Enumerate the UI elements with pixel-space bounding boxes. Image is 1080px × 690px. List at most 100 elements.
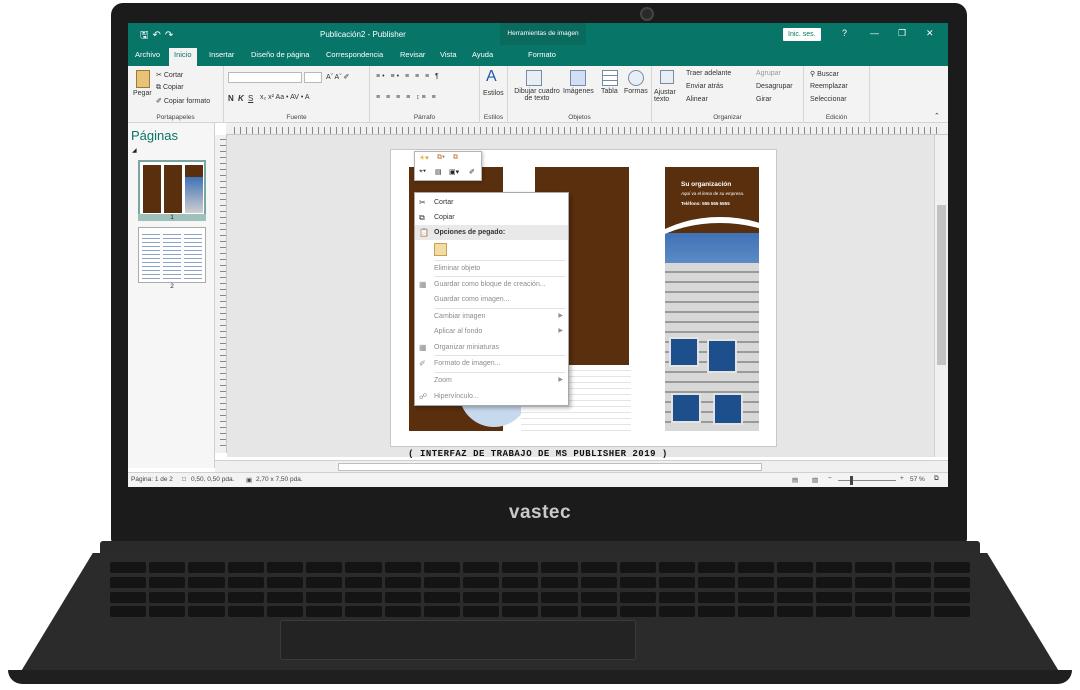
bring-forward-icon[interactable]: ⧉▾ bbox=[437, 154, 445, 162]
text-box-icon[interactable] bbox=[526, 70, 542, 86]
tab-correspondencia[interactable]: Correspondencia bbox=[326, 50, 383, 59]
bring-forward-button[interactable]: Traer adelante bbox=[686, 70, 731, 77]
page-thumbnail-2[interactable] bbox=[138, 227, 206, 283]
align-icon[interactable]: ≡ ≡ ≡ ≡ ↕≡ ≡ bbox=[376, 94, 438, 101]
bullets-icon[interactable]: ≡• ≡• ≡ ≡ ≡ ¶ bbox=[376, 73, 441, 80]
help-button[interactable]: ? bbox=[842, 28, 847, 38]
menu-item-formato-imagen[interactable]: ✐ Formato de imagen... bbox=[415, 356, 568, 371]
subscript-superscript-icon[interactable]: x₂ x² Aa • AV • A bbox=[260, 94, 310, 101]
menu-item-zoom[interactable]: Zoom ▶ bbox=[415, 373, 568, 388]
menu-item-guardar-bloque[interactable]: ▦ Guardar como bloque de creación... bbox=[415, 277, 568, 292]
tab-archivo[interactable]: Archivo bbox=[135, 50, 160, 59]
keyboard-key bbox=[266, 606, 304, 618]
images-icon[interactable] bbox=[570, 70, 586, 86]
ungroup-button[interactable]: Desagrupar bbox=[756, 83, 793, 90]
select-button[interactable]: Seleccionar bbox=[810, 96, 847, 103]
styles-button[interactable]: Estilos bbox=[483, 90, 504, 97]
picture-style-icon[interactable]: ▣▾ bbox=[449, 168, 459, 176]
underline-button[interactable]: S bbox=[248, 94, 253, 103]
format-brush-icon[interactable]: ✐ bbox=[469, 168, 475, 176]
cover-photo[interactable]: Su organización Aquí va el lema de su em… bbox=[665, 167, 759, 431]
wrap-picture-icon[interactable]: ▤ bbox=[435, 168, 442, 176]
table-button[interactable]: Tabla bbox=[601, 88, 618, 95]
two-page-view-icon[interactable]: ▧ bbox=[812, 476, 818, 484]
collapse-pages-icon[interactable]: ◢ bbox=[132, 147, 137, 154]
paste-icon[interactable] bbox=[136, 70, 150, 88]
menu-item-copiar[interactable]: ⧉ Copiar bbox=[415, 210, 568, 225]
tab-revisar[interactable]: Revisar bbox=[400, 50, 425, 59]
restore-icon[interactable]: ❐ bbox=[898, 28, 906, 39]
send-backward-icon[interactable]: ⧉ bbox=[453, 154, 458, 162]
wrap-text-button[interactable]: Ajustar texto bbox=[654, 89, 682, 103]
tab-formato[interactable]: Formato bbox=[528, 50, 556, 59]
zoom-slider-thumb[interactable] bbox=[850, 476, 853, 485]
single-page-view-icon[interactable]: ▤ bbox=[792, 476, 798, 484]
tab-ayuda[interactable]: Ayuda bbox=[472, 50, 493, 59]
submenu-arrow-icon: ▶ bbox=[558, 313, 563, 319]
zoom-in-button[interactable]: + bbox=[900, 475, 904, 482]
table-icon[interactable] bbox=[602, 70, 618, 86]
menu-item-label: Guardar como imagen... bbox=[434, 296, 510, 303]
tab-diseno-de-pagina[interactable]: Diseño de página bbox=[251, 50, 309, 59]
page-thumbnail-1[interactable] bbox=[138, 160, 206, 216]
organization-tagline: Aquí va el lema de su empresa. bbox=[681, 191, 745, 196]
menu-item-organizar-miniaturas[interactable]: ▦ Organizar miniaturas bbox=[415, 340, 568, 355]
menu-item-guardar-imagen[interactable]: Guardar como imagen... bbox=[415, 292, 568, 307]
page-indicator[interactable]: Página: 1 de 2 bbox=[131, 476, 173, 483]
keyboard-key bbox=[659, 606, 696, 618]
group-button[interactable]: Agrupar bbox=[756, 70, 781, 77]
copy-button[interactable]: ⧉ Copiar bbox=[156, 84, 184, 92]
styles-icon[interactable]: A bbox=[486, 68, 497, 86]
menu-item-cambiar-imagen[interactable]: Cambiar imagen ▶ bbox=[415, 309, 568, 324]
fit-page-icon[interactable]: ⧉ bbox=[934, 475, 939, 483]
tab-inicio[interactable]: Inicio bbox=[169, 48, 197, 66]
wrap-text-icon[interactable] bbox=[660, 70, 674, 84]
paste-button[interactable]: Pegar bbox=[133, 90, 152, 97]
send-backward-button[interactable]: Enviar atrás bbox=[686, 83, 723, 90]
find-button[interactable]: ⚲ Buscar bbox=[810, 70, 839, 78]
tab-insertar[interactable]: Insertar bbox=[209, 50, 234, 59]
quick-access-toolbar[interactable]: 🖫↶↷ bbox=[140, 28, 177, 45]
zoom-out-button[interactable]: − bbox=[828, 475, 832, 482]
zoom-slider[interactable] bbox=[838, 480, 896, 481]
rotate-button[interactable]: Girar bbox=[756, 96, 772, 103]
menu-item-hipervinculo[interactable]: ☍ Hipervínculo... bbox=[415, 389, 568, 404]
cut-button[interactable]: ✂ Cortar bbox=[156, 71, 183, 79]
brightness-icon[interactable]: ☀▾ bbox=[419, 154, 429, 162]
redo-icon[interactable]: ↷ bbox=[165, 30, 177, 41]
font-family-input[interactable] bbox=[228, 72, 302, 83]
horizontal-scrollbar[interactable] bbox=[215, 460, 948, 472]
copy-icon: ⧉ bbox=[156, 84, 163, 91]
shapes-button[interactable]: Formas bbox=[624, 88, 648, 95]
building-block-icon: ▦ bbox=[419, 280, 427, 289]
menu-item-label: Cambiar imagen bbox=[434, 313, 486, 320]
minimize-icon[interactable]: — bbox=[870, 28, 879, 38]
menu-item-cortar[interactable]: ✂ Cortar bbox=[415, 195, 568, 210]
keyboard-key bbox=[110, 591, 147, 603]
images-button[interactable]: Imágenes bbox=[563, 88, 594, 95]
sign-in-button[interactable]: Inic. ses. bbox=[783, 28, 821, 41]
shapes-icon[interactable] bbox=[628, 70, 644, 86]
bold-button[interactable]: N bbox=[228, 94, 234, 103]
save-icon[interactable]: 🖫 bbox=[140, 30, 153, 41]
italic-button[interactable]: K bbox=[238, 94, 244, 103]
zoom-level[interactable]: 57 % bbox=[910, 476, 925, 483]
close-icon[interactable]: ✕ bbox=[926, 28, 934, 39]
tab-vista[interactable]: Vista bbox=[440, 50, 457, 59]
vertical-scrollbar[interactable] bbox=[934, 135, 948, 457]
collapse-ribbon-icon[interactable]: ⌃ bbox=[934, 112, 940, 120]
draw-text-box-button[interactable]: Dibujar cuadro de texto bbox=[511, 88, 563, 102]
webcam-icon bbox=[640, 7, 654, 21]
paste-option-icon[interactable] bbox=[434, 243, 447, 256]
document-canvas[interactable]: Su organización Aquí va el lema de su em… bbox=[227, 135, 934, 457]
undo-icon[interactable]: ↶ bbox=[153, 30, 165, 41]
grow-font-icon[interactable]: Aˇ Aˇ ✐ bbox=[326, 73, 349, 81]
font-size-input[interactable] bbox=[304, 72, 322, 83]
replace-button[interactable]: Reemplazar bbox=[810, 83, 848, 90]
crop-icon[interactable]: ⌖▾ bbox=[419, 168, 426, 176]
align-button[interactable]: Alinear bbox=[686, 96, 708, 103]
format-painter-button[interactable]: ✐ Copiar formato bbox=[156, 97, 210, 105]
keyboard-key bbox=[698, 606, 735, 618]
menu-item-aplicar-fondo[interactable]: Aplicar al fondo ▶ bbox=[415, 324, 568, 339]
menu-item-eliminar-objeto[interactable]: Eliminar objeto bbox=[415, 261, 568, 276]
